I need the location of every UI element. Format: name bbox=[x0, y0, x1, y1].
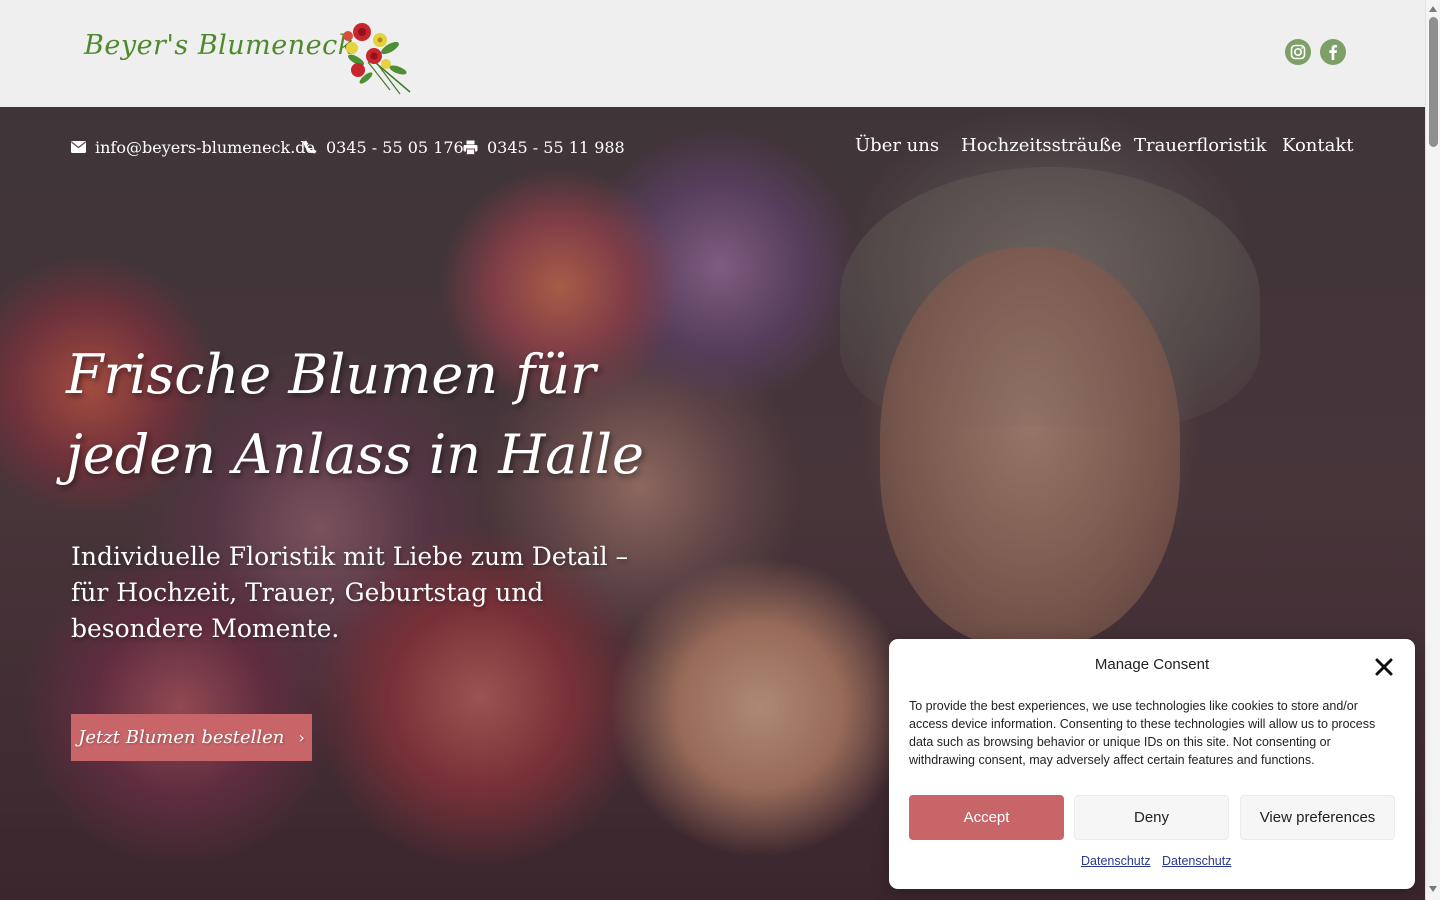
instagram-icon[interactable] bbox=[1285, 39, 1311, 65]
printer-icon bbox=[463, 140, 478, 155]
nav-item-hochzeitsstraeusse[interactable]: Hochzeitssträuße bbox=[961, 135, 1122, 156]
scrollbar-thumb[interactable] bbox=[1429, 17, 1438, 147]
logo-text: Beyer's Blumeneck bbox=[84, 30, 355, 61]
contact-fax[interactable]: 0345 - 55 11 988 bbox=[463, 135, 625, 159]
phone-icon bbox=[303, 140, 317, 154]
nav-item-trauerfloristik[interactable]: Trauerfloristik bbox=[1134, 135, 1267, 156]
contact-phone[interactable]: 0345 - 55 05 176 bbox=[303, 135, 464, 159]
order-flowers-button-label: Jetzt Blumen bestellen bbox=[78, 727, 285, 748]
scroll-up-arrow-icon[interactable] bbox=[1429, 6, 1437, 12]
consent-dialog: Manage Consent To provide the best exper… bbox=[889, 639, 1415, 889]
order-flowers-button[interactable]: Jetzt Blumen bestellen › bbox=[71, 714, 312, 761]
contact-fax-text: 0345 - 55 11 988 bbox=[487, 137, 625, 157]
scroll-down-arrow-icon[interactable] bbox=[1429, 886, 1437, 892]
hero-title-line-1: Frische Blumen für bbox=[66, 343, 596, 406]
site-header: Beyer's Blumeneck bbox=[0, 0, 1425, 107]
nav-item-ueber-uns[interactable]: Über uns bbox=[855, 135, 939, 156]
flower-bouquet-icon bbox=[343, 23, 411, 95]
hero-title-line-2: jeden Anlass in Halle bbox=[66, 423, 644, 486]
consent-body-text: To provide the best experiences, we use … bbox=[909, 699, 1376, 767]
privacy-link-1[interactable]: Datenschutz bbox=[1081, 854, 1150, 868]
consent-title: Manage Consent bbox=[1094, 656, 1210, 673]
page-scrollbar[interactable] bbox=[1425, 0, 1440, 900]
hero-subtitle: Individuelle Floristik mit Liebe zum Det… bbox=[71, 542, 629, 643]
mail-icon bbox=[71, 141, 86, 153]
facebook-icon[interactable] bbox=[1320, 39, 1346, 65]
hero-title: Frische Blumen für jeden Anlass in Halle bbox=[66, 335, 686, 495]
chevron-right-icon: › bbox=[298, 728, 305, 747]
deny-button[interactable]: Deny bbox=[1074, 795, 1229, 840]
site-logo[interactable]: Beyer's Blumeneck bbox=[82, 18, 422, 96]
contact-email-text: info@beyers-blumeneck.de bbox=[95, 137, 315, 157]
view-preferences-button[interactable]: View preferences bbox=[1240, 795, 1395, 840]
accept-button[interactable]: Accept bbox=[909, 795, 1064, 840]
contact-phone-text: 0345 - 55 05 176 bbox=[326, 137, 464, 157]
privacy-link-2[interactable]: Datenschutz bbox=[1162, 854, 1231, 868]
nav-item-kontakt[interactable]: Kontakt bbox=[1282, 135, 1354, 156]
close-icon[interactable] bbox=[1373, 656, 1395, 678]
contact-email[interactable]: info@beyers-blumeneck.de bbox=[71, 135, 315, 159]
